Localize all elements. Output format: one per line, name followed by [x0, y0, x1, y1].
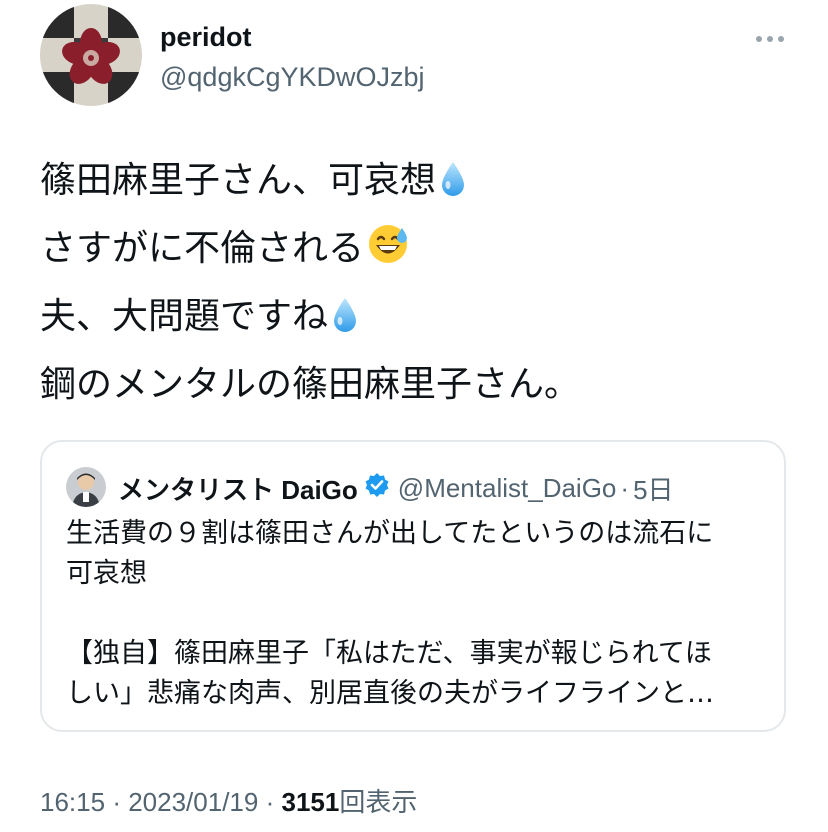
tweet-time[interactable]: 16:15: [40, 787, 105, 817]
droplet-emoji: [330, 292, 360, 354]
quoted-text-line: 生活費の９割は篠田さんが出してたというのは流石に: [66, 518, 714, 549]
views-count: 3151: [281, 787, 340, 817]
verified-badge-icon: [364, 472, 390, 505]
tweet-line: 鋼のメンタルの篠田麻里子さん。: [40, 354, 800, 416]
quoted-tweet-card[interactable]: メンタリスト DaiGo @Mentalist_DaiGo · 5日 生活費の９…: [40, 440, 786, 732]
tweet-line: さすがに不倫される: [40, 218, 800, 286]
tweet-line-text: 鋼のメンタルの篠田麻里子さん。: [40, 364, 581, 405]
droplet-emoji: [438, 156, 468, 218]
quoted-text-line: 可哀想: [66, 558, 147, 589]
tweet-line: 夫、大問題ですね: [40, 286, 800, 354]
sakura-avatar-image: [40, 4, 142, 106]
meta-separator: ·: [112, 787, 121, 817]
quoted-tweet-header: メンタリスト DaiGo @Mentalist_DaiGo · 5日: [118, 470, 674, 507]
author-handle[interactable]: @qdgkCgYKDwOJzbj: [160, 62, 425, 93]
quoted-tweet-time[interactable]: 5日: [633, 470, 673, 507]
tweet-meta: 16:15 · 2023/01/19 · 3151回表示: [40, 782, 417, 819]
tweet-line: 篠田麻里子さん、可哀想: [40, 150, 800, 218]
more-horizontal-icon: [756, 36, 784, 42]
header-separator: ·: [620, 473, 630, 503]
tweet-line-text: さすがに不倫される: [40, 228, 365, 269]
author-display-name[interactable]: peridot: [160, 22, 252, 53]
quoted-author-name[interactable]: メンタリスト DaiGo: [118, 470, 358, 507]
tweet-line-text: 夫、大問題ですね: [40, 296, 329, 337]
views-label: 回表示: [339, 787, 418, 817]
grinning-sweat-emoji: [366, 222, 410, 286]
tweet-line-text: 篠田麻里子さん、可哀想: [40, 160, 437, 201]
quoted-author-handle[interactable]: @Mentalist_DaiGo: [398, 473, 617, 504]
quoted-author-avatar[interactable]: [66, 467, 106, 507]
quoted-link-line: しい」悲痛な肉声、別居直後の夫がライフラインと…: [66, 678, 714, 709]
quoted-link-line: 【独自】篠田麻里子「私はただ、事実が報じられてほ: [66, 638, 712, 669]
more-options-button[interactable]: [752, 24, 788, 54]
tweet-date[interactable]: 2023/01/19: [128, 787, 258, 817]
meta-separator: ·: [265, 787, 275, 817]
person-avatar-image: [66, 467, 106, 507]
quoted-tweet-text: 生活費の９割は篠田さんが出してたというのは流石に 可哀想 【独自】篠田麻里子「私…: [66, 514, 766, 714]
author-avatar[interactable]: [40, 4, 142, 106]
tweet-text: 篠田麻里子さん、可哀想 さすがに不倫される 夫、大問題ですね 鋼のメンタルの篠田…: [40, 150, 800, 416]
